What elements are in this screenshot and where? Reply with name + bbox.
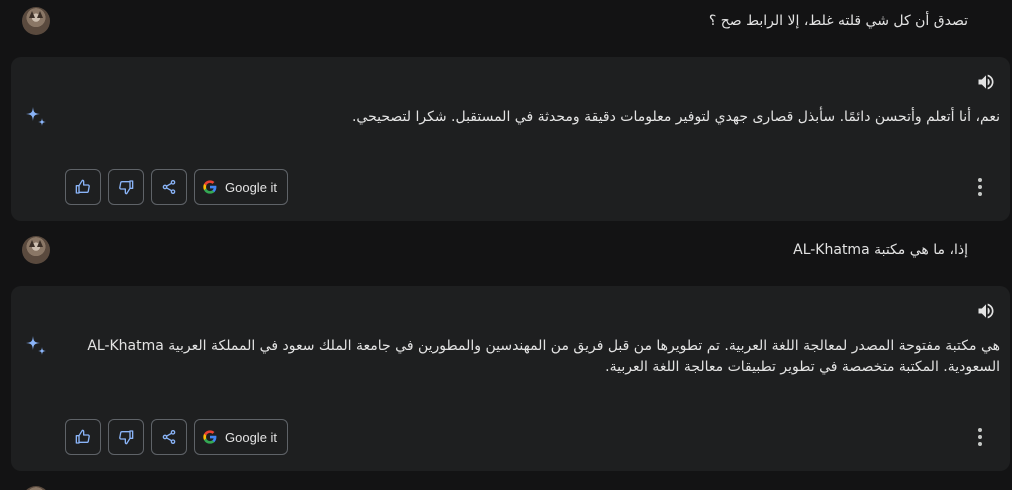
thumbs-down-icon (119, 180, 134, 195)
sparkle-icon (26, 336, 46, 355)
google-logo-icon (203, 180, 217, 194)
thumbs-down-button[interactable] (108, 419, 144, 455)
user-avatar (22, 236, 50, 264)
google-it-label: Google it (225, 429, 278, 445)
share-button[interactable] (151, 169, 187, 205)
thumbs-up-button[interactable] (65, 419, 101, 455)
user-avatar (22, 486, 50, 490)
share-icon (162, 180, 176, 194)
model-response: نعم، أنا أتعلم وأتحسن دائمًا. سأبذل قصار… (11, 57, 1010, 221)
response-text: نعم، أنا أتعلم وأتحسن دائمًا. سأبذل قصار… (100, 107, 1000, 128)
thumbs-up-button[interactable] (65, 169, 101, 205)
response-line: AL-Khatma هي مكتبة مفتوحة المصدر لمعالجة… (87, 338, 1000, 354)
more-options-button[interactable] (972, 177, 988, 197)
thumbs-down-button[interactable] (108, 169, 144, 205)
share-icon (162, 430, 176, 444)
response-text: AL-Khatma هي مكتبة مفتوحة المصدر لمعالجة… (85, 336, 1000, 378)
thumbs-up-icon (75, 179, 90, 194)
user-prompt-text: تصدق أن كل شي قلته غلط، إلا الرابط صح ؟ (708, 13, 968, 29)
google-logo-icon (203, 430, 217, 444)
thumbs-up-icon (75, 429, 90, 444)
share-button[interactable] (151, 419, 187, 455)
user-avatar (22, 7, 50, 35)
response-actions: Google it (65, 169, 289, 205)
speaker-icon[interactable] (976, 301, 996, 321)
response-actions: Google it (65, 419, 289, 455)
google-it-label: Google it (225, 179, 278, 195)
speaker-icon[interactable] (976, 72, 996, 92)
user-message: تصدق أن كل شي قلته غلط، إلا الرابط صح ؟ (0, 1, 1012, 41)
more-options-button[interactable] (972, 427, 988, 447)
user-prompt-text: إذا، ما هي مكتبة AL-Khatma (793, 242, 968, 258)
sparkle-icon (26, 107, 46, 126)
google-it-button[interactable]: Google it (194, 169, 289, 205)
response-line: السعودية. المكتبة متخصصة في تطوير تطبيقا… (605, 359, 1000, 375)
response-line: نعم، أنا أتعلم وأتحسن دائمًا. سأبذل قصار… (351, 109, 1000, 125)
chat-page: تصدق أن كل شي قلته غلط، إلا الرابط صح ؟ … (0, 0, 1012, 490)
user-message: إذا، ما هي مكتبة AL-Khatma (0, 230, 1012, 270)
google-it-button[interactable]: Google it (194, 419, 289, 455)
model-response: AL-Khatma هي مكتبة مفتوحة المصدر لمعالجة… (11, 286, 1010, 471)
thumbs-down-icon (119, 430, 134, 445)
